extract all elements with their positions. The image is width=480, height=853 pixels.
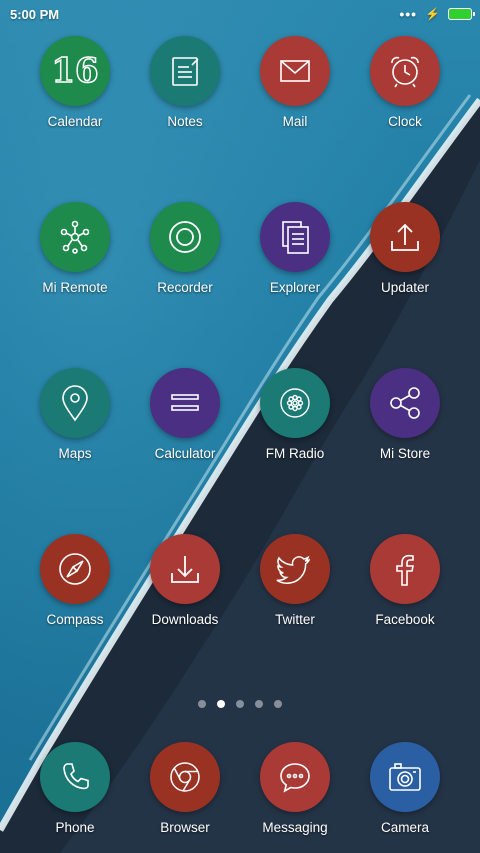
chat-bubble-icon [260, 742, 330, 812]
app-maps[interactable]: Maps [20, 368, 130, 462]
app-downloads[interactable]: Downloads [130, 534, 240, 628]
calendar-icon: 16 [40, 36, 110, 106]
app-label: Downloads [151, 612, 219, 627]
app-label: Updater [380, 280, 430, 295]
app-label: Mail [282, 114, 308, 129]
dock-messaging[interactable]: Messaging [240, 742, 350, 836]
upload-icon [370, 202, 440, 272]
app-label: Maps [58, 446, 92, 461]
app-calculator[interactable]: Calculator [130, 368, 240, 462]
app-fm-radio[interactable]: FM Radio [240, 368, 350, 462]
app-label: Recorder [157, 280, 213, 295]
app-mail[interactable]: Mail [240, 36, 350, 130]
app-label: Twitter [275, 612, 315, 627]
app-label: Clock [388, 114, 422, 129]
app-mi-remote[interactable]: Mi Remote [20, 202, 130, 296]
page-dot[interactable] [198, 700, 206, 708]
mail-icon [260, 36, 330, 106]
app-label: Camera [380, 820, 429, 835]
app-updater[interactable]: Updater [350, 202, 460, 296]
app-label: Messaging [262, 820, 328, 835]
app-label: Explorer [269, 280, 321, 295]
chrome-icon [150, 742, 220, 812]
twitter-bird-icon [260, 534, 330, 604]
dock-camera[interactable]: Camera [350, 742, 460, 836]
app-compass[interactable]: Compass [20, 534, 130, 628]
page-dot[interactable] [255, 700, 263, 708]
app-mi-store[interactable]: Mi Store [350, 368, 460, 462]
page-indicator [0, 700, 480, 708]
files-icon [260, 202, 330, 272]
page-dot-active[interactable] [217, 700, 225, 708]
remote-icon [40, 202, 110, 272]
alarm-clock-icon [370, 36, 440, 106]
share-icon [370, 368, 440, 438]
battery-icon [448, 8, 475, 20]
app-label: Calculator [154, 446, 216, 461]
phone-icon [40, 742, 110, 812]
app-notes[interactable]: Notes [130, 36, 240, 130]
more-dots-icon: ••• [399, 6, 418, 22]
recorder-icon [150, 202, 220, 272]
dock-browser[interactable]: Browser [130, 742, 240, 836]
app-label: Calendar [47, 114, 103, 129]
app-recorder[interactable]: Recorder [130, 202, 240, 296]
status-time: 5:00 PM [10, 6, 60, 22]
app-label: Notes [167, 114, 203, 129]
app-label: Mi Store [379, 446, 431, 461]
charging-bolt-icon: ⚡ [425, 7, 440, 21]
app-grid: 16 Calendar Notes Mail Clock Mi Remote R… [0, 36, 480, 628]
facebook-icon [370, 534, 440, 604]
calendar-date: 16 [51, 50, 100, 92]
dock: Phone Browser Messaging Camera [0, 742, 480, 836]
app-label: Phone [55, 820, 95, 835]
app-facebook[interactable]: Facebook [350, 534, 460, 628]
status-bar: 5:00 PM ••• ⚡ [0, 0, 480, 28]
app-explorer[interactable]: Explorer [240, 202, 350, 296]
app-calendar[interactable]: 16 Calendar [20, 36, 130, 130]
radio-icon [260, 368, 330, 438]
page-dot[interactable] [274, 700, 282, 708]
app-twitter[interactable]: Twitter [240, 534, 350, 628]
equals-icon [150, 368, 220, 438]
app-label: Browser [160, 820, 210, 835]
app-label: Compass [46, 612, 104, 627]
page-dot[interactable] [236, 700, 244, 708]
app-label: FM Radio [265, 446, 325, 461]
app-label: Facebook [375, 612, 435, 627]
camera-icon [370, 742, 440, 812]
app-label: Mi Remote [42, 280, 108, 295]
notes-icon [150, 36, 220, 106]
app-clock[interactable]: Clock [350, 36, 460, 130]
compass-icon [40, 534, 110, 604]
dock-phone[interactable]: Phone [20, 742, 130, 836]
map-pin-icon [40, 368, 110, 438]
download-icon [150, 534, 220, 604]
